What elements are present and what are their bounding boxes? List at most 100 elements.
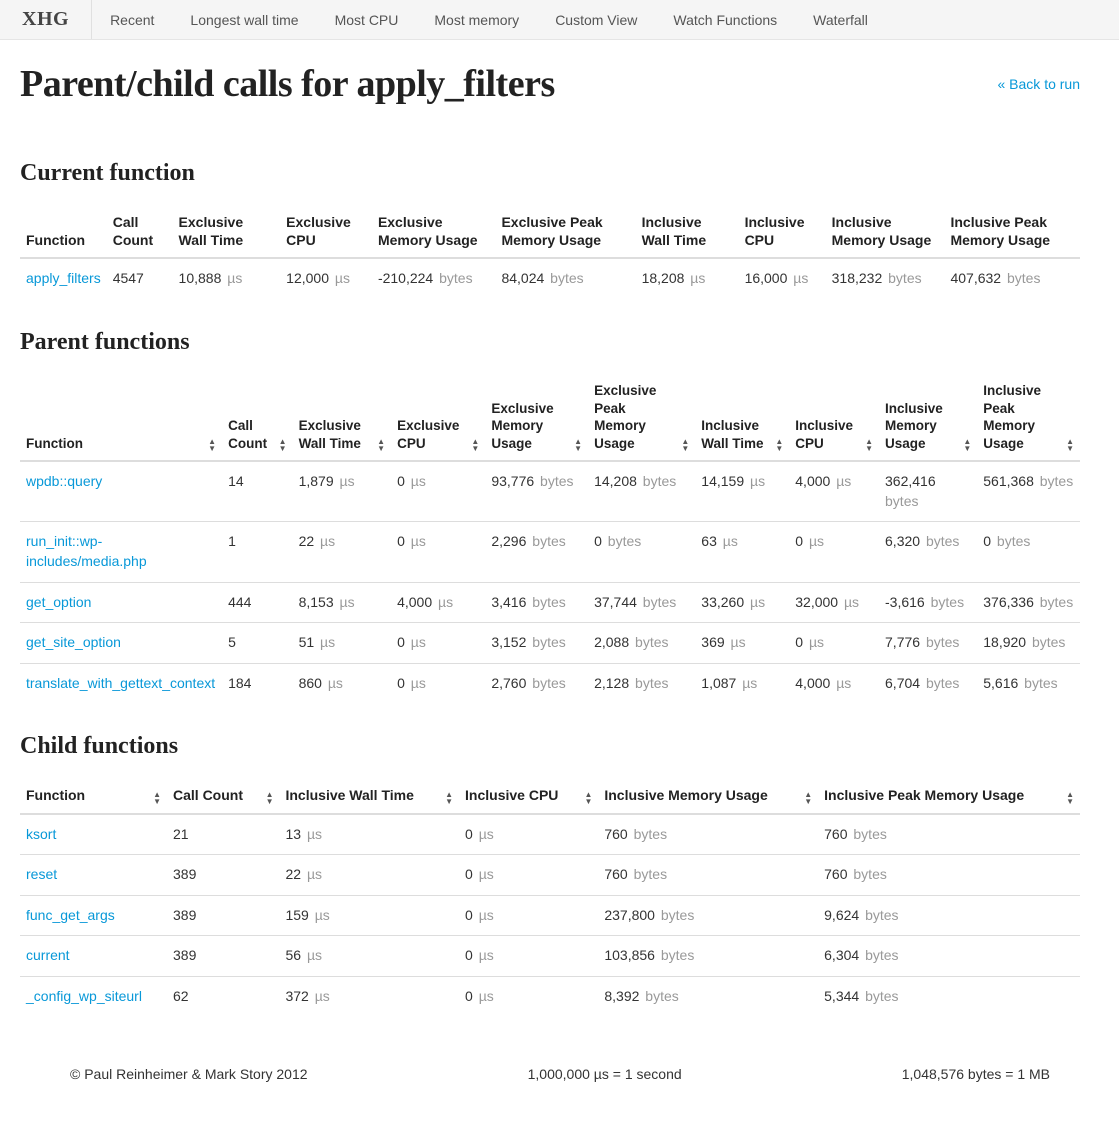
- col-header[interactable]: Call Count: [222, 374, 292, 461]
- function-link[interactable]: ksort: [26, 826, 56, 842]
- footer: © Paul Reinheimer & Mark Story 2012 1,00…: [20, 1066, 1080, 1094]
- col-header[interactable]: Exclusive Wall Time: [293, 374, 392, 461]
- table-row: apply_filters454710,888 µs12,000 µs-210,…: [20, 258, 1080, 299]
- metric-cell: 0 µs: [391, 461, 485, 522]
- metric-cell: 1,879 µs: [293, 461, 392, 522]
- function-link[interactable]: apply_filters: [26, 270, 101, 286]
- col-header: Exclusive Memory Usage: [372, 205, 496, 258]
- sort-icon[interactable]: [804, 791, 812, 805]
- metric-cell: 10,888 µs: [173, 258, 281, 299]
- sort-icon[interactable]: [584, 791, 592, 805]
- sort-icon[interactable]: [681, 438, 689, 452]
- brand-logo[interactable]: XHG: [0, 0, 92, 39]
- sort-icon[interactable]: [963, 438, 971, 452]
- col-header[interactable]: Inclusive CPU: [789, 374, 879, 461]
- metric-cell: 8,392 bytes: [598, 976, 818, 1016]
- col-header[interactable]: Inclusive CPU: [459, 778, 598, 813]
- table-row: wpdb::query141,879 µs0 µs93,776 bytes14,…: [20, 461, 1080, 522]
- col-header[interactable]: Inclusive Wall Time: [695, 374, 789, 461]
- function-link[interactable]: current: [26, 947, 70, 963]
- col-header[interactable]: Inclusive Peak Memory Usage: [818, 778, 1080, 813]
- sort-icon[interactable]: [445, 791, 453, 805]
- sort-icon[interactable]: [1066, 438, 1074, 452]
- nav-item-most-cpu[interactable]: Most CPU: [317, 0, 417, 40]
- sort-icon[interactable]: [208, 438, 216, 452]
- metric-cell: 4,000 µs: [789, 663, 879, 703]
- function-link[interactable]: func_get_args: [26, 907, 115, 923]
- col-header[interactable]: Inclusive Wall Time: [279, 778, 459, 813]
- col-header: Inclusive Memory Usage: [826, 205, 945, 258]
- metric-cell: 159 µs: [279, 895, 459, 936]
- call-count: 21: [167, 814, 279, 855]
- metric-cell: 16,000 µs: [739, 258, 826, 299]
- function-link[interactable]: get_site_option: [26, 634, 121, 650]
- function-link[interactable]: translate_with_gettext_context: [26, 675, 215, 691]
- metric-cell: 860 µs: [293, 663, 392, 703]
- nav-item-waterfall[interactable]: Waterfall: [795, 0, 886, 40]
- metric-cell: 0 µs: [459, 855, 598, 896]
- metric-cell: -3,616 bytes: [879, 582, 977, 623]
- function-link[interactable]: _config_wp_siteurl: [26, 988, 142, 1004]
- col-header[interactable]: Function: [20, 778, 167, 813]
- metric-cell: 9,624 bytes: [818, 895, 1080, 936]
- metric-cell: 2,088 bytes: [588, 623, 695, 664]
- col-header[interactable]: Inclusive Peak Memory Usage: [977, 374, 1080, 461]
- metric-cell: 1,087 µs: [695, 663, 789, 703]
- metric-cell: 2,296 bytes: [485, 522, 588, 582]
- metric-cell: 561,368 bytes: [977, 461, 1080, 522]
- nav-item-most-memory[interactable]: Most memory: [416, 0, 537, 40]
- page-title: Parent/child calls for apply_filters: [20, 62, 555, 106]
- function-link[interactable]: run_init::wp-includes/media.php: [26, 533, 147, 569]
- metric-cell: 63 µs: [695, 522, 789, 582]
- footer-bytes-legend: 1,048,576 bytes = 1 MB: [902, 1066, 1050, 1082]
- col-header[interactable]: Inclusive Memory Usage: [879, 374, 977, 461]
- sort-icon[interactable]: [266, 791, 274, 805]
- table-row: func_get_args389159 µs0 µs237,800 bytes9…: [20, 895, 1080, 936]
- col-header[interactable]: Call Count: [167, 778, 279, 813]
- sort-icon[interactable]: [574, 438, 582, 452]
- heading-current-function: Current function: [20, 160, 1080, 187]
- function-link[interactable]: get_option: [26, 594, 91, 610]
- metric-cell: 0 bytes: [588, 522, 695, 582]
- nav-item-longest-wall-time[interactable]: Longest wall time: [172, 0, 316, 40]
- child-functions-table: FunctionCall CountInclusive Wall TimeInc…: [20, 778, 1080, 1016]
- sort-icon[interactable]: [1066, 791, 1074, 805]
- metric-cell: 12,000 µs: [280, 258, 372, 299]
- title-row: Parent/child calls for apply_filters « B…: [20, 52, 1080, 130]
- col-header[interactable]: Function: [20, 374, 222, 461]
- function-link[interactable]: reset: [26, 866, 57, 882]
- metric-cell: 5,344 bytes: [818, 976, 1080, 1016]
- sort-icon[interactable]: [153, 791, 161, 805]
- footer-time-legend: 1,000,000 µs = 1 second: [528, 1066, 682, 1082]
- metric-cell: 22 µs: [293, 522, 392, 582]
- metric-cell: 237,800 bytes: [598, 895, 818, 936]
- heading-parent-functions: Parent functions: [20, 329, 1080, 356]
- function-link[interactable]: wpdb::query: [26, 473, 102, 489]
- sort-icon[interactable]: [377, 438, 385, 452]
- metric-cell: 37,744 bytes: [588, 582, 695, 623]
- back-to-run-link[interactable]: « Back to run: [998, 76, 1081, 92]
- sort-icon[interactable]: [775, 438, 783, 452]
- call-count: 444: [222, 582, 292, 623]
- col-header[interactable]: Exclusive CPU: [391, 374, 485, 461]
- parent-functions-table: FunctionCall CountExclusive Wall TimeExc…: [20, 374, 1080, 703]
- nav-item-watch-functions[interactable]: Watch Functions: [655, 0, 795, 40]
- metric-cell: -210,224 bytes: [372, 258, 496, 299]
- col-header[interactable]: Exclusive Memory Usage: [485, 374, 588, 461]
- metric-cell: 14,208 bytes: [588, 461, 695, 522]
- current-function-table: FunctionCall CountExclusive Wall TimeExc…: [20, 205, 1080, 299]
- metric-cell: 7,776 bytes: [879, 623, 977, 664]
- col-header[interactable]: Inclusive Memory Usage: [598, 778, 818, 813]
- call-count: 389: [167, 936, 279, 977]
- sort-icon[interactable]: [471, 438, 479, 452]
- metric-cell: 32,000 µs: [789, 582, 879, 623]
- table-row: get_option4448,153 µs4,000 µs3,416 bytes…: [20, 582, 1080, 623]
- col-header: Inclusive Wall Time: [636, 205, 739, 258]
- nav-item-custom-view[interactable]: Custom View: [537, 0, 655, 40]
- col-header[interactable]: Exclusive Peak Memory Usage: [588, 374, 695, 461]
- metric-cell: 2,128 bytes: [588, 663, 695, 703]
- sort-icon[interactable]: [865, 438, 873, 452]
- navbar: XHG RecentLongest wall timeMost CPUMost …: [0, 0, 1119, 40]
- nav-item-recent[interactable]: Recent: [92, 0, 172, 40]
- sort-icon[interactable]: [279, 438, 287, 452]
